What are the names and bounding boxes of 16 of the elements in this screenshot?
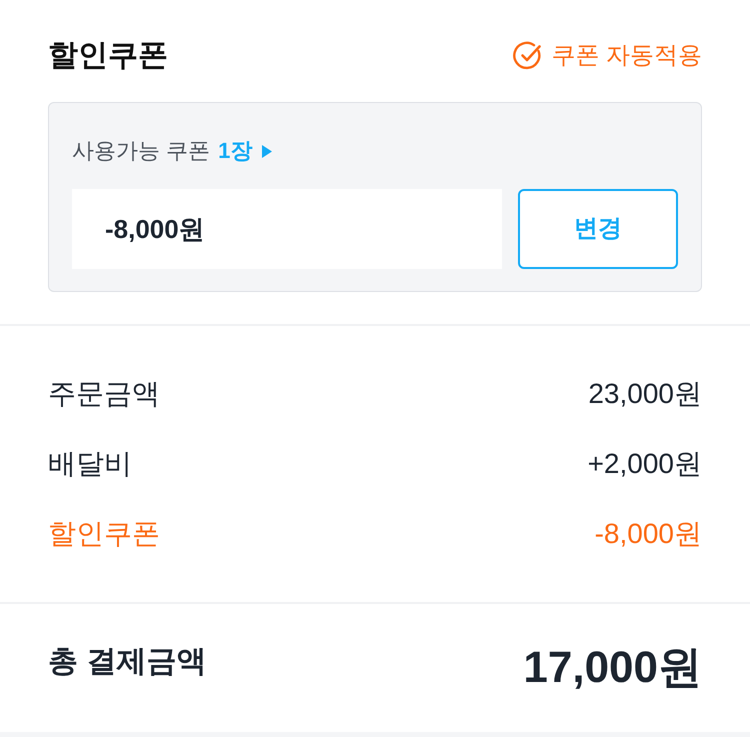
summary-amount: -8,000원 — [594, 517, 702, 551]
summary-amount: 23,000원 — [588, 377, 702, 411]
summary-label: 할인쿠폰 — [48, 517, 160, 551]
available-coupon-label: 사용가능 쿠폰 — [72, 137, 210, 165]
coupon-amount-field[interactable]: -8,000원 — [72, 189, 502, 269]
summary-label: 주문금액 — [48, 377, 160, 411]
section-title: 할인쿠폰 — [48, 38, 168, 74]
auto-apply-toggle[interactable]: 쿠폰 자동적용 — [513, 40, 702, 72]
change-button[interactable]: 변경 — [518, 189, 678, 269]
play-triangle-icon — [262, 144, 272, 158]
available-coupon-count-link[interactable]: 1장 — [218, 136, 272, 166]
check-circle-icon — [513, 41, 544, 71]
total-amount: 17,000원 — [523, 642, 702, 694]
total-label: 총 결제금액 — [48, 644, 206, 680]
summary-amount: +2,000원 — [588, 447, 702, 481]
summary-label: 배달비 — [48, 447, 132, 481]
